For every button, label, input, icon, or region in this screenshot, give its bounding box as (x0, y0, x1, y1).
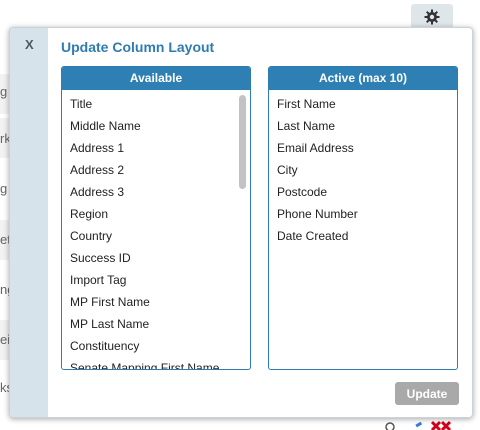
active-columns-panel: Active (max 10) First Name Last Name Ema… (268, 66, 458, 370)
available-item[interactable]: Title (62, 93, 250, 115)
update-button[interactable]: Update (395, 382, 459, 405)
pencil-icon[interactable] (414, 420, 424, 430)
active-item[interactable]: City (269, 159, 457, 181)
active-header: Active (max 10) (269, 67, 457, 90)
gear-icon (424, 9, 440, 25)
available-item[interactable]: Import Tag (62, 269, 250, 291)
active-item[interactable]: First Name (269, 93, 457, 115)
active-item[interactable]: Postcode (269, 181, 457, 203)
active-item[interactable]: Phone Number (269, 203, 457, 225)
active-list[interactable]: First Name Last Name Email Address City … (269, 90, 457, 247)
available-item[interactable]: Address 1 (62, 137, 250, 159)
available-item[interactable]: Constituency (62, 335, 250, 357)
available-item[interactable]: Middle Name (62, 115, 250, 137)
modal-title: Update Column Layout (61, 39, 215, 55)
delete-icon[interactable] (430, 420, 452, 430)
available-item[interactable]: Success ID (62, 247, 250, 269)
row-action-icons (378, 420, 458, 430)
available-columns-panel: Available Title Middle Name Address 1 Ad… (61, 66, 251, 370)
available-item[interactable]: MP First Name (62, 291, 250, 313)
active-item[interactable]: Email Address (269, 137, 457, 159)
available-item[interactable]: Address 3 (62, 181, 250, 203)
modal-sidebar: X (10, 28, 48, 417)
update-column-layout-dialog: X Update Column Layout Available Title M… (9, 27, 473, 418)
active-item[interactable]: Last Name (269, 115, 457, 137)
close-button[interactable]: X (25, 37, 34, 52)
available-scrollbar[interactable] (239, 95, 246, 189)
available-header: Available (62, 67, 250, 90)
available-item[interactable]: Address 2 (62, 159, 250, 181)
available-list[interactable]: Title Middle Name Address 1 Address 2 Ad… (62, 90, 250, 369)
available-item[interactable]: Senate Mapping First Name (62, 357, 250, 369)
active-item[interactable]: Date Created (269, 225, 457, 247)
search-icon[interactable] (384, 420, 396, 430)
available-item[interactable]: Country (62, 225, 250, 247)
available-item[interactable]: Region (62, 203, 250, 225)
available-item[interactable]: MP Last Name (62, 313, 250, 335)
